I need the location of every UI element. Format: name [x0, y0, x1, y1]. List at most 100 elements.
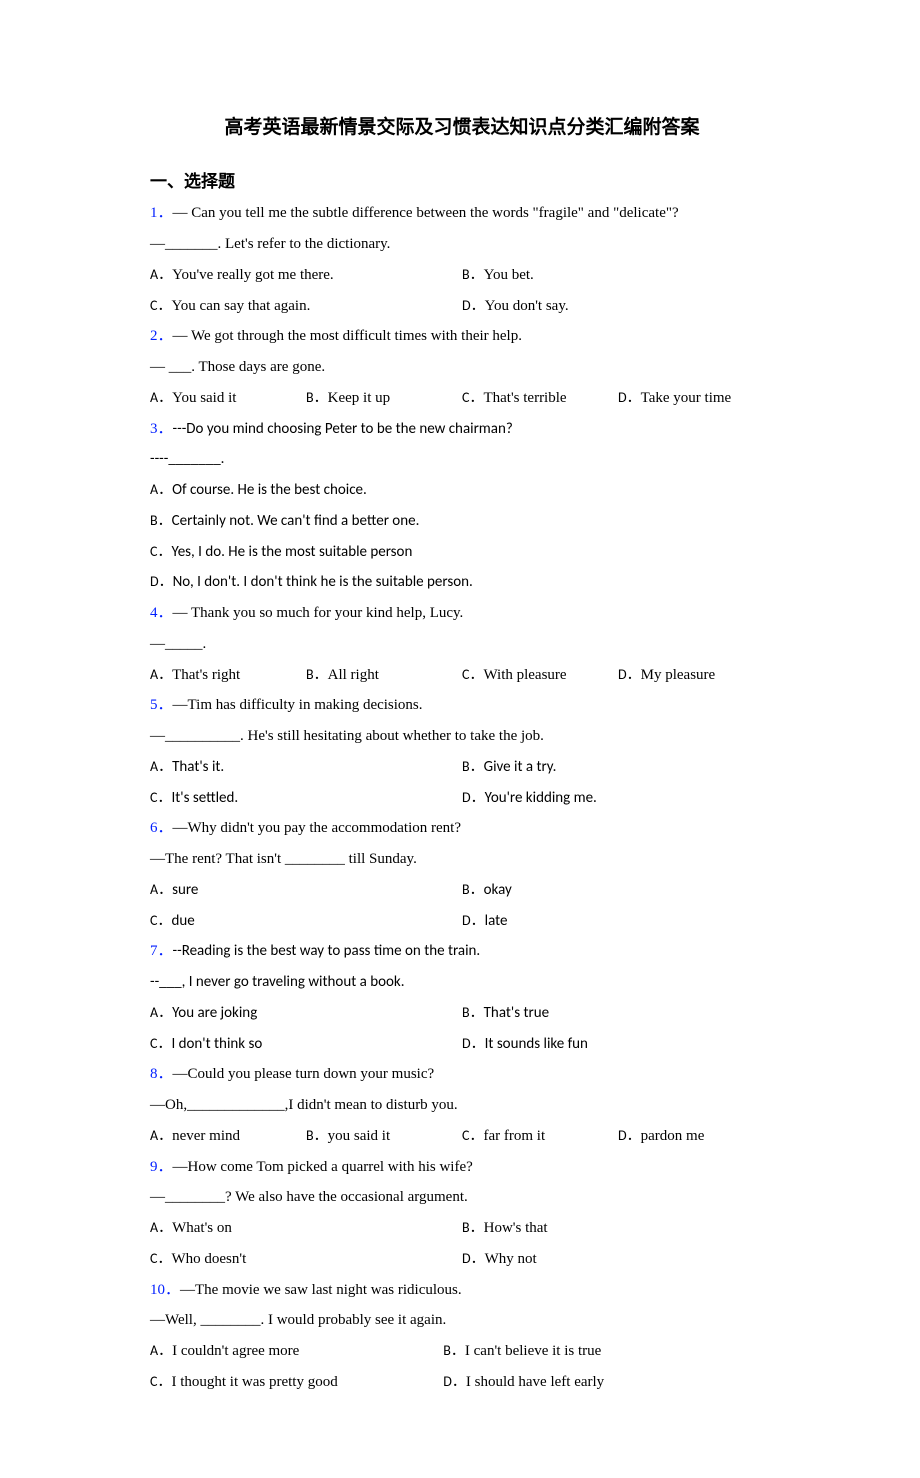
option-text: It sounds like fun: [485, 1035, 588, 1053]
options-row: A．Of course. He is the best choice.B．Cer…: [150, 475, 774, 598]
option-text: Yes, I do. He is the most suitable perso…: [171, 543, 412, 561]
option[interactable]: B．Keep it up: [306, 383, 462, 414]
option[interactable]: C．I thought it was pretty good: [150, 1367, 443, 1398]
option-label: C．: [462, 666, 483, 683]
option-text: What's on: [172, 1220, 232, 1236]
option-text: due: [171, 912, 194, 930]
option[interactable]: B．All right: [306, 660, 462, 691]
option-text: Take your time: [641, 390, 732, 406]
option[interactable]: A．Of course. He is the best choice.: [150, 475, 774, 506]
option-text: You've really got me there.: [172, 267, 334, 283]
option[interactable]: B．Give it a try.: [462, 752, 774, 783]
option-text: You bet.: [484, 267, 534, 283]
question-text: — Thank you so much for your kind help, …: [173, 605, 464, 621]
option[interactable]: A．That's right: [150, 660, 306, 691]
option-text: You said it: [172, 390, 236, 406]
option[interactable]: C．With pleasure: [462, 660, 618, 691]
option-text: With pleasure: [483, 667, 566, 683]
option[interactable]: A．You are joking: [150, 998, 462, 1029]
option-text: Who doesn't: [171, 1251, 246, 1267]
option-text: Of course. He is the best choice.: [172, 481, 367, 499]
option[interactable]: D．You're kidding me.: [462, 783, 774, 814]
option-label: D．: [618, 389, 641, 406]
option[interactable]: A．That's it.: [150, 752, 462, 783]
question-text: —The rent? That isn't ________ till Sund…: [150, 851, 417, 867]
option-label: B．: [306, 666, 328, 683]
option[interactable]: C．That's terrible: [462, 383, 618, 414]
option-text: How's that: [484, 1220, 548, 1236]
option[interactable]: D．It sounds like fun: [462, 1029, 774, 1060]
option-label: B．: [462, 266, 484, 283]
option-label: B．: [306, 389, 328, 406]
option-text: You're kidding me.: [485, 789, 597, 807]
option[interactable]: B．You bet.: [462, 260, 774, 291]
question-text: —_______. Let's refer to the dictionary.: [150, 236, 390, 252]
option[interactable]: A．sure: [150, 875, 462, 906]
option[interactable]: B．That's true: [462, 998, 774, 1029]
option[interactable]: D．pardon me: [618, 1121, 774, 1152]
option-label: B．: [462, 881, 484, 898]
option[interactable]: D．Why not: [462, 1244, 774, 1275]
options-row: A．never mindB．you said itC．far from itD．…: [150, 1121, 774, 1152]
option-label: C．: [150, 1035, 171, 1052]
option[interactable]: B．Certainly not. We can't find a better …: [150, 506, 774, 537]
option-label: B．: [150, 512, 172, 529]
option-label: C．: [150, 912, 171, 929]
option[interactable]: D．late: [462, 906, 774, 937]
option[interactable]: A．I couldn't agree more: [150, 1336, 443, 1367]
option-label: A．: [150, 758, 172, 775]
option[interactable]: C．far from it: [462, 1121, 618, 1152]
question-stem-cont: —Well, ________. I would probably see it…: [150, 1305, 774, 1336]
option[interactable]: A．never mind: [150, 1121, 306, 1152]
question-stem: 1．— Can you tell me the subtle differenc…: [150, 198, 774, 229]
question-text: —Well, ________. I would probably see it…: [150, 1312, 446, 1328]
option-label: D．: [462, 297, 485, 314]
option[interactable]: B．How's that: [462, 1213, 774, 1244]
option-label: D．: [443, 1373, 466, 1390]
options-row: A．You are jokingB．That's trueC．I don't t…: [150, 998, 774, 1060]
option[interactable]: A．What's on: [150, 1213, 462, 1244]
options-row: A．What's onB．How's thatC．Who doesn'tD．Wh…: [150, 1213, 774, 1275]
option-label: D．: [150, 573, 173, 590]
question-number: 8．: [150, 1066, 173, 1082]
option[interactable]: A．You've really got me there.: [150, 260, 462, 291]
option[interactable]: D．Take your time: [618, 383, 774, 414]
question-number: 4．: [150, 605, 173, 621]
question-text: ---Do you mind choosing Peter to be the …: [173, 420, 513, 438]
option[interactable]: D．My pleasure: [618, 660, 774, 691]
option-label: A．: [150, 389, 172, 406]
option-label: B．: [462, 1004, 484, 1021]
option[interactable]: B．I can't believe it is true: [443, 1336, 774, 1367]
option-text: Why not: [485, 1251, 537, 1267]
option[interactable]: D．I should have left early: [443, 1367, 774, 1398]
options-row: A．You've really got me there.B．You bet.C…: [150, 260, 774, 322]
option-label: A．: [150, 881, 172, 898]
option[interactable]: C．Yes, I do. He is the most suitable per…: [150, 537, 774, 568]
options-row: A．I couldn't agree moreB．I can't believe…: [150, 1336, 774, 1398]
option[interactable]: C．You can say that again.: [150, 291, 462, 322]
option-text: All right: [328, 667, 379, 683]
option-label: A．: [150, 1219, 172, 1236]
option-text: sure: [172, 881, 198, 899]
option-label: D．: [618, 666, 641, 683]
option-text: I should have left early: [466, 1374, 604, 1390]
option-label: C．: [150, 297, 171, 314]
option[interactable]: C．due: [150, 906, 462, 937]
option[interactable]: A．You said it: [150, 383, 306, 414]
question-stem-cont: —The rent? That isn't ________ till Sund…: [150, 844, 774, 875]
option[interactable]: B．you said it: [306, 1121, 462, 1152]
options-row: A．That's it.B．Give it a try.C．It's settl…: [150, 752, 774, 814]
option[interactable]: D．You don't say.: [462, 291, 774, 322]
option[interactable]: C．Who doesn't: [150, 1244, 462, 1275]
option[interactable]: B．okay: [462, 875, 774, 906]
question-stem: 8．—Could you please turn down your music…: [150, 1059, 774, 1090]
option-label: A．: [150, 266, 172, 283]
option-text: you said it: [328, 1128, 391, 1144]
option-text: I don't think so: [171, 1035, 262, 1053]
question-text: —________? We also have the occasional a…: [150, 1189, 468, 1205]
option[interactable]: D．No, I don't. I don't think he is the s…: [150, 567, 774, 598]
option-text: It's settled.: [171, 789, 238, 807]
option[interactable]: C．It's settled.: [150, 783, 462, 814]
question-stem: 10．—The movie we saw last night was ridi…: [150, 1275, 774, 1306]
option[interactable]: C．I don't think so: [150, 1029, 462, 1060]
